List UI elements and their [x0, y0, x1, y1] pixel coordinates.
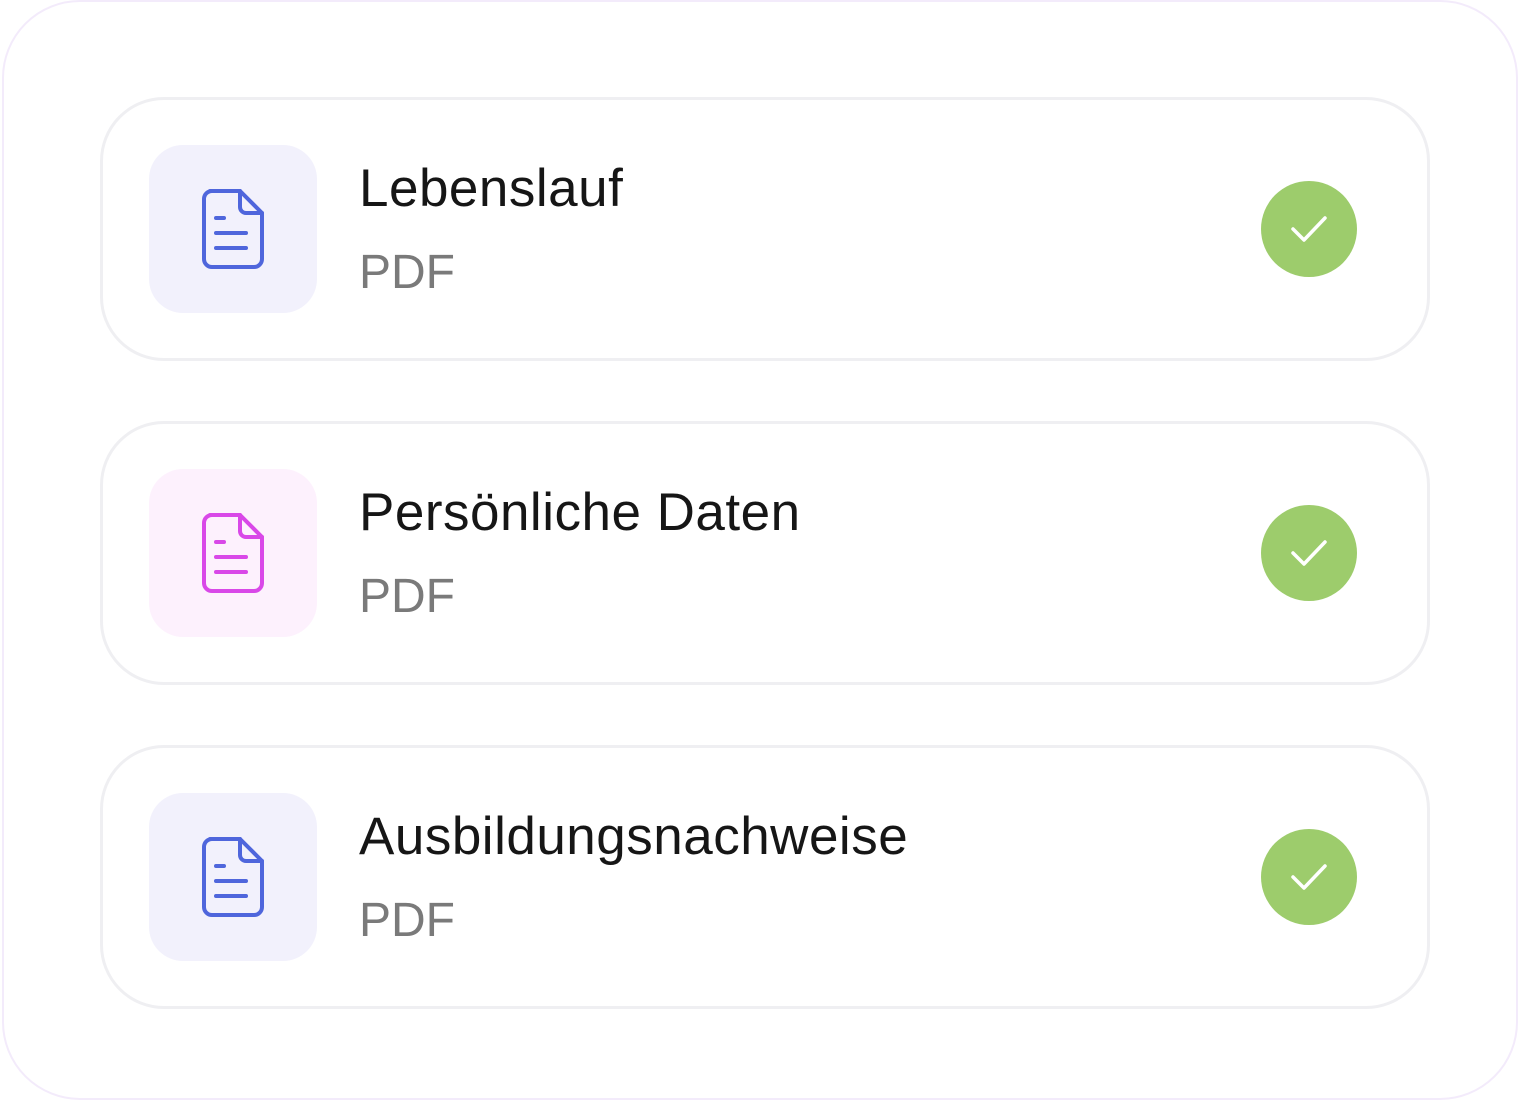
document-icon-tile: [149, 469, 317, 637]
document-type: PDF: [359, 246, 455, 299]
document-icon: [202, 513, 264, 593]
document-icon: [202, 837, 264, 917]
document-icon: [202, 189, 264, 269]
document-type: PDF: [359, 570, 455, 623]
check-icon: [1291, 540, 1327, 566]
document-icon-tile: [149, 793, 317, 961]
check-icon: [1291, 216, 1327, 242]
check-icon: [1291, 864, 1327, 890]
document-checklist-panel: Lebenslauf PDF Persönliche Daten PDF Aus…: [2, 0, 1518, 1100]
document-title: Ausbildungsnachweise: [359, 807, 909, 866]
status-badge: [1261, 181, 1357, 277]
document-list: Lebenslauf PDF Persönliche Daten PDF Aus…: [100, 97, 1430, 1009]
document-title: Lebenslauf: [359, 159, 624, 218]
document-icon-tile: [149, 145, 317, 313]
status-badge: [1261, 505, 1357, 601]
document-title: Persönliche Daten: [359, 483, 801, 542]
document-card-persoenliche-daten[interactable]: Persönliche Daten PDF: [100, 421, 1430, 685]
status-badge: [1261, 829, 1357, 925]
document-card-lebenslauf[interactable]: Lebenslauf PDF: [100, 97, 1430, 361]
document-card-ausbildungsnachweise[interactable]: Ausbildungsnachweise PDF: [100, 745, 1430, 1009]
document-type: PDF: [359, 894, 455, 947]
